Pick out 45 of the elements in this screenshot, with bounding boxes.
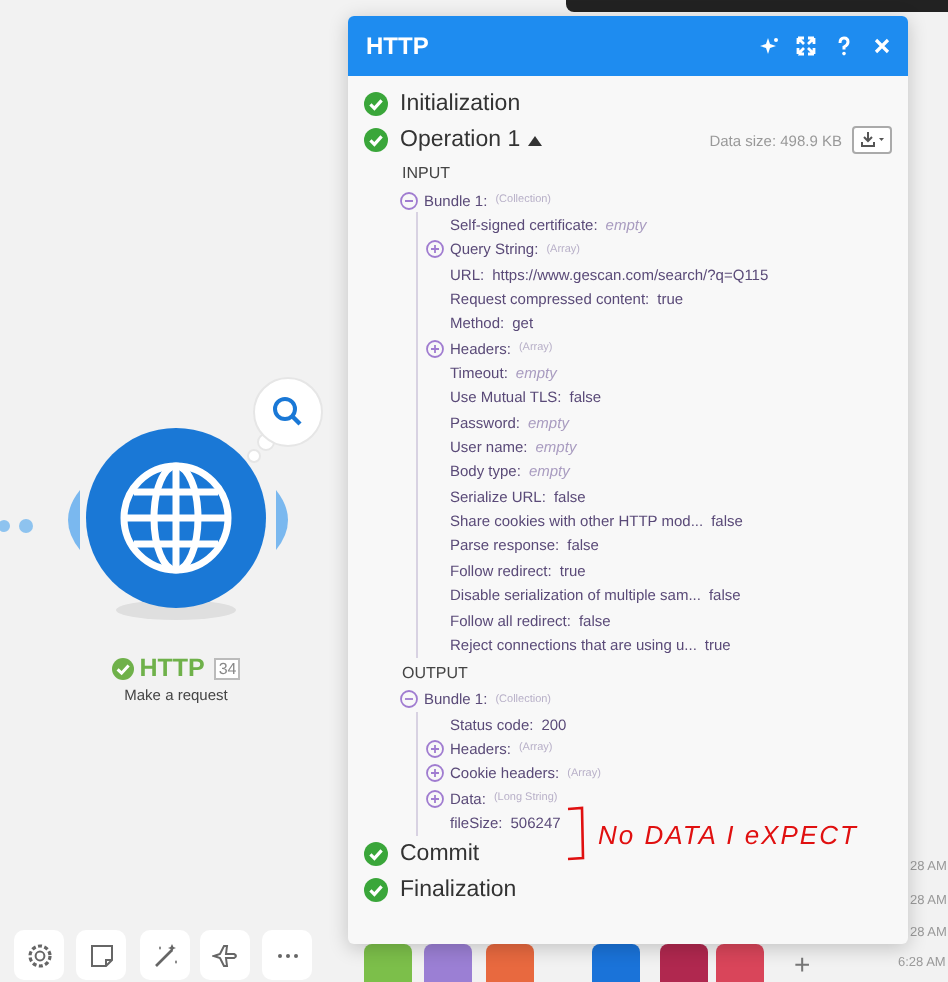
export-button[interactable] — [852, 126, 892, 154]
module-tile[interactable] — [424, 944, 472, 982]
expand-icon[interactable] — [426, 240, 444, 259]
panel-title: HTTP — [366, 32, 431, 60]
search-bubble[interactable] — [244, 376, 324, 466]
toolbar-button[interactable] — [140, 930, 190, 980]
section-heading: INPUT — [402, 164, 452, 182]
step-label: Initialization — [400, 92, 521, 116]
module-tile[interactable] — [486, 944, 534, 982]
collapse-icon[interactable] — [400, 191, 418, 210]
module-tile[interactable] — [660, 944, 708, 982]
expand-icon[interactable] — [426, 739, 444, 758]
module-tile[interactable] — [592, 944, 640, 982]
step-label: Commit — [400, 841, 480, 866]
collapse-icon[interactable] — [400, 690, 418, 709]
sparkle-icon[interactable] — [758, 36, 778, 56]
expand-icon[interactable] — [426, 789, 444, 808]
settings-icon — [25, 941, 53, 969]
check-icon — [364, 841, 388, 866]
check-icon — [111, 657, 134, 679]
check-icon — [364, 92, 388, 116]
module-tile[interactable] — [364, 944, 412, 982]
note-icon — [87, 941, 115, 969]
module-title: HTTP — [139, 654, 205, 682]
add-module-button[interactable]: + — [794, 948, 811, 980]
check-icon — [364, 877, 388, 902]
close-icon[interactable] — [872, 36, 892, 56]
expand-icon[interactable] — [426, 764, 444, 783]
toolbar-button[interactable] — [76, 930, 126, 980]
step-label: Finalization — [400, 877, 517, 902]
toolbar-button[interactable] — [200, 930, 250, 980]
operation-label[interactable]: Operation 1 — [400, 128, 521, 152]
module-count: 34 — [214, 657, 241, 679]
handwritten-note: No DATA I eXPECT — [598, 819, 858, 849]
check-icon — [364, 128, 388, 152]
help-icon[interactable] — [834, 36, 854, 56]
section-heading: OUTPUT — [402, 663, 470, 682]
toolbar-button[interactable] — [14, 930, 64, 980]
download-icon — [859, 132, 885, 148]
bracket-mark — [566, 806, 586, 862]
magic-wand-icon — [151, 941, 179, 969]
airplane-icon — [211, 941, 239, 969]
caret-icon[interactable] — [528, 135, 543, 145]
expand-icon[interactable] — [426, 339, 444, 358]
module-tile[interactable] — [716, 944, 764, 982]
